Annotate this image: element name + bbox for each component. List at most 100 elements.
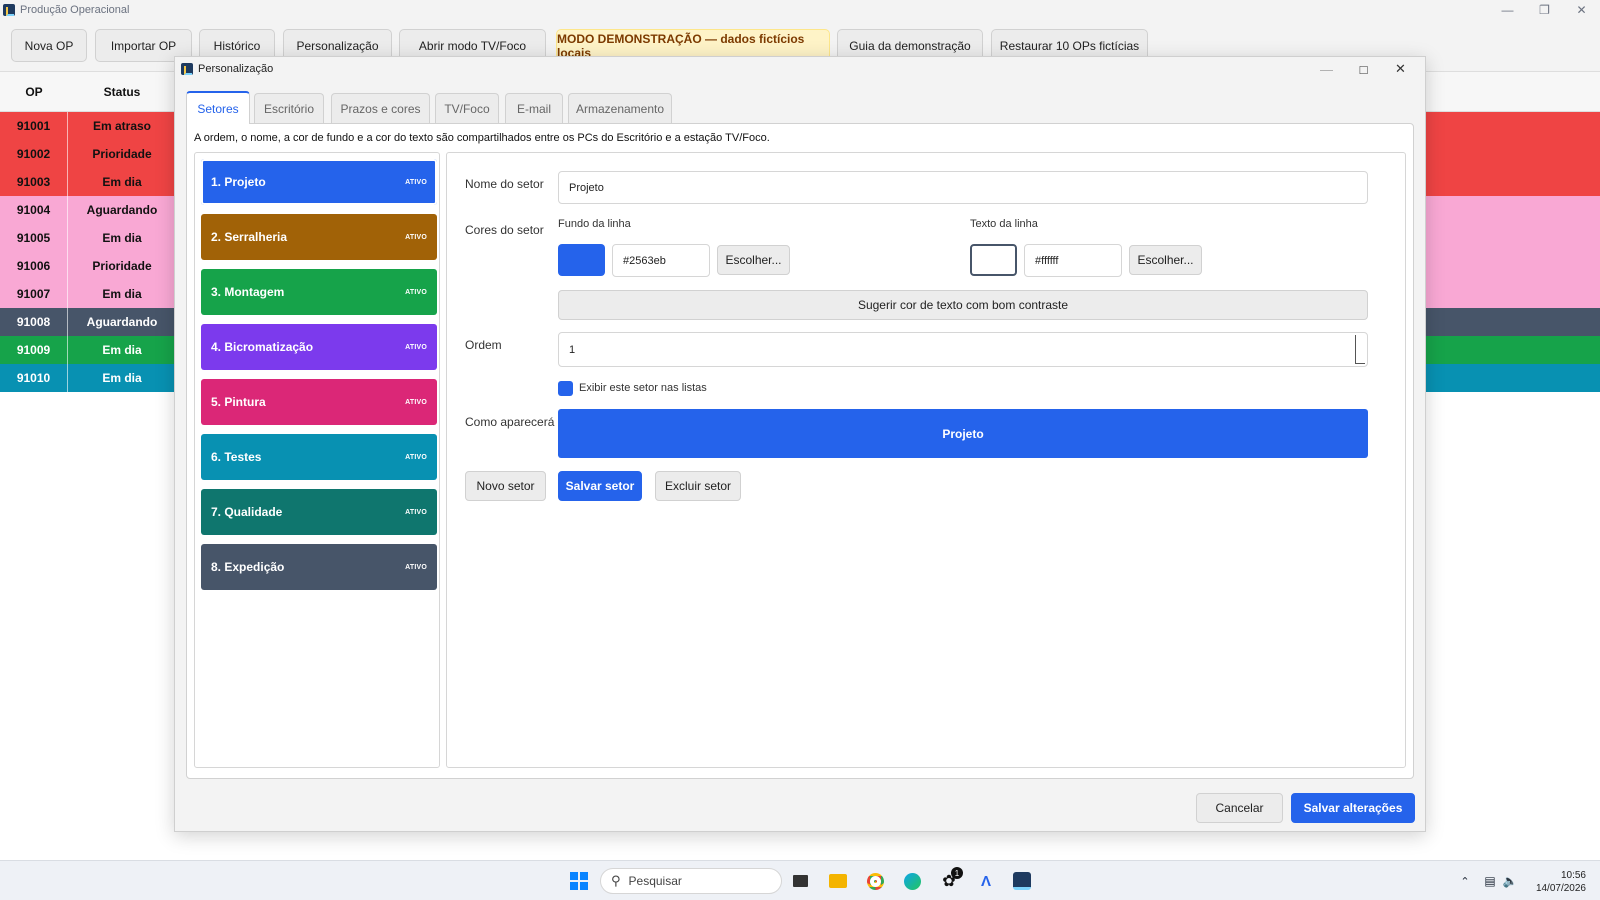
- taskbar-search-input[interactable]: ⚲ Pesquisar: [600, 868, 782, 894]
- status-cell: Em dia: [102, 343, 142, 357]
- volume-icon[interactable]: 🔈: [1500, 871, 1520, 891]
- sector-item[interactable]: 7. Qualidade ATIVO: [201, 489, 437, 535]
- choose-text-color-button[interactable]: Escolher...: [1129, 245, 1202, 275]
- close-icon[interactable]: ✕: [1563, 0, 1600, 20]
- sector-item[interactable]: 2. Serralheria ATIVO: [201, 214, 437, 260]
- row-text-swatch[interactable]: [970, 244, 1017, 276]
- op-cell: 91008: [0, 308, 68, 336]
- taskbar-clock[interactable]: 10:56 14/07/2026: [1536, 869, 1586, 895]
- clock-time: 10:56: [1560, 870, 1586, 881]
- suggest-contrast-button[interactable]: Sugerir cor de texto com bom contraste: [558, 290, 1368, 320]
- save-changes-button[interactable]: Salvar alterações: [1291, 793, 1415, 823]
- producao-app-taskbar-icon[interactable]: [1012, 871, 1032, 891]
- file-explorer-icon[interactable]: [828, 871, 848, 891]
- sector-active-badge: ATIVO: [405, 343, 427, 351]
- order-stepper-icon[interactable]: [1355, 335, 1365, 364]
- status-cell: Em dia: [102, 371, 142, 385]
- choose-background-button[interactable]: Escolher...: [717, 245, 790, 275]
- op-cell: 91002: [0, 140, 68, 168]
- save-sector-button[interactable]: Salvar setor: [558, 471, 642, 501]
- dialog-maximize-icon[interactable]: □: [1345, 57, 1382, 81]
- tab-prazos-e-cores[interactable]: Prazos e cores: [331, 93, 430, 123]
- dialog-title-bar: Personalização — □ ✕: [175, 57, 1425, 81]
- tab-escritorio[interactable]: Escritório: [254, 93, 324, 123]
- show-hidden-icons-chevron-icon[interactable]: ⌃: [1455, 871, 1475, 891]
- status-cell: Aguardando: [86, 203, 158, 217]
- status-column-header[interactable]: Status: [69, 72, 175, 112]
- tab-tv-foco[interactable]: TV/Foco: [435, 93, 499, 123]
- status-cell: Em dia: [102, 175, 142, 189]
- sector-active-badge: ATIVO: [405, 398, 427, 406]
- op-cell: 91010: [0, 364, 68, 392]
- op-cell: 91003: [0, 168, 68, 196]
- sector-active-badge: ATIVO: [405, 178, 427, 186]
- dialog-minimize-icon[interactable]: —: [1308, 57, 1345, 81]
- sector-item[interactable]: 6. Testes ATIVO: [201, 434, 437, 480]
- op-cell: 91009: [0, 336, 68, 364]
- minimize-icon[interactable]: —: [1489, 0, 1526, 20]
- row-background-label: Fundo da linha: [558, 218, 631, 230]
- show-in-lists-label: Exibir este setor nas listas: [579, 382, 707, 394]
- status-cell: Em dia: [102, 287, 142, 301]
- row-background-swatch[interactable]: [558, 244, 605, 276]
- show-in-lists-checkbox[interactable]: [558, 381, 573, 396]
- restore-icon[interactable]: ❐: [1526, 0, 1563, 20]
- tab-email[interactable]: E-mail: [505, 93, 563, 123]
- row-text-hex-input[interactable]: #ffffff: [1024, 244, 1122, 277]
- app-logo-icon: [3, 4, 15, 16]
- status-cell: Prioridade: [92, 259, 152, 273]
- cancel-button[interactable]: Cancelar: [1196, 793, 1283, 823]
- chrome-icon[interactable]: [865, 871, 885, 891]
- sector-item[interactable]: 5. Pintura ATIVO: [201, 379, 437, 425]
- sector-item[interactable]: 4. Bicromatização ATIVO: [201, 324, 437, 370]
- sector-item-label: 3. Montagem: [211, 285, 285, 299]
- sector-item-label: 7. Qualidade: [211, 505, 283, 519]
- delete-sector-button[interactable]: Excluir setor: [655, 471, 741, 501]
- sector-item-label: 4. Bicromatização: [211, 340, 314, 354]
- sector-list: 1. Projeto ATIVO 2. Serralheria ATIVO 3. Mon…: [194, 152, 440, 768]
- row-background-hex-input[interactable]: #2563eb: [612, 244, 710, 277]
- task-view-icon[interactable]: [790, 871, 810, 891]
- search-placeholder: Pesquisar: [628, 874, 682, 888]
- personalization-dialog: Personalização — □ ✕ Setores Escritório …: [174, 56, 1426, 832]
- sector-preview: Projeto: [558, 409, 1368, 458]
- network-icon[interactable]: ▤: [1480, 871, 1500, 891]
- app-a-icon[interactable]: Λ: [976, 871, 996, 891]
- dialog-app-icon: [181, 63, 193, 75]
- order-label: Ordem: [465, 338, 502, 352]
- sector-item[interactable]: 1. Projeto ATIVO: [201, 159, 437, 205]
- sectors-intro-text: A ordem, o nome, a cor de fundo e a cor …: [194, 132, 770, 144]
- sector-item-label: 2. Serralheria: [211, 230, 288, 244]
- op-cell: 91005: [0, 224, 68, 252]
- tab-armazenamento[interactable]: Armazenamento: [568, 93, 672, 123]
- op-column-header[interactable]: OP: [0, 72, 68, 112]
- sector-item-label: 8. Expedição: [211, 560, 285, 574]
- sector-item-label: 5. Pintura: [211, 395, 266, 409]
- dialog-title: Personalização: [198, 63, 274, 75]
- sector-form: Nome do setor Projeto Cores do setor Fun…: [446, 152, 1406, 768]
- search-icon: ⚲: [611, 873, 621, 888]
- new-op-button[interactable]: Nova OP: [11, 29, 87, 62]
- status-cell: Aguardando: [86, 315, 158, 329]
- notification-badge: 1: [951, 867, 963, 879]
- new-sector-button[interactable]: Novo setor: [465, 471, 546, 501]
- sector-active-badge: ATIVO: [405, 453, 427, 461]
- windows-start-icon[interactable]: [569, 871, 589, 891]
- sector-active-badge: ATIVO: [405, 233, 427, 241]
- sector-colors-label: Cores do setor: [465, 223, 544, 237]
- op-cell: 91004: [0, 196, 68, 224]
- tab-setores[interactable]: Setores: [186, 91, 250, 124]
- order-spinbox[interactable]: 1: [558, 332, 1368, 367]
- chatgpt-icon[interactable]: ✿ 1: [939, 867, 963, 891]
- sector-name-input[interactable]: Projeto: [558, 171, 1368, 204]
- sector-item[interactable]: 8. Expedição ATIVO: [201, 544, 437, 590]
- setores-tab-panel: A ordem, o nome, a cor de fundo e a cor …: [186, 123, 1414, 779]
- sector-item[interactable]: 3. Montagem ATIVO: [201, 269, 437, 315]
- status-cell: Em atraso: [92, 119, 152, 133]
- dialog-close-icon[interactable]: ✕: [1382, 57, 1419, 81]
- sector-item-label: 1. Projeto: [211, 175, 266, 189]
- op-cell: 91007: [0, 280, 68, 308]
- row-text-label: Texto da linha: [970, 218, 1038, 230]
- status-cell: Prioridade: [92, 147, 152, 161]
- edge-icon[interactable]: [902, 871, 922, 891]
